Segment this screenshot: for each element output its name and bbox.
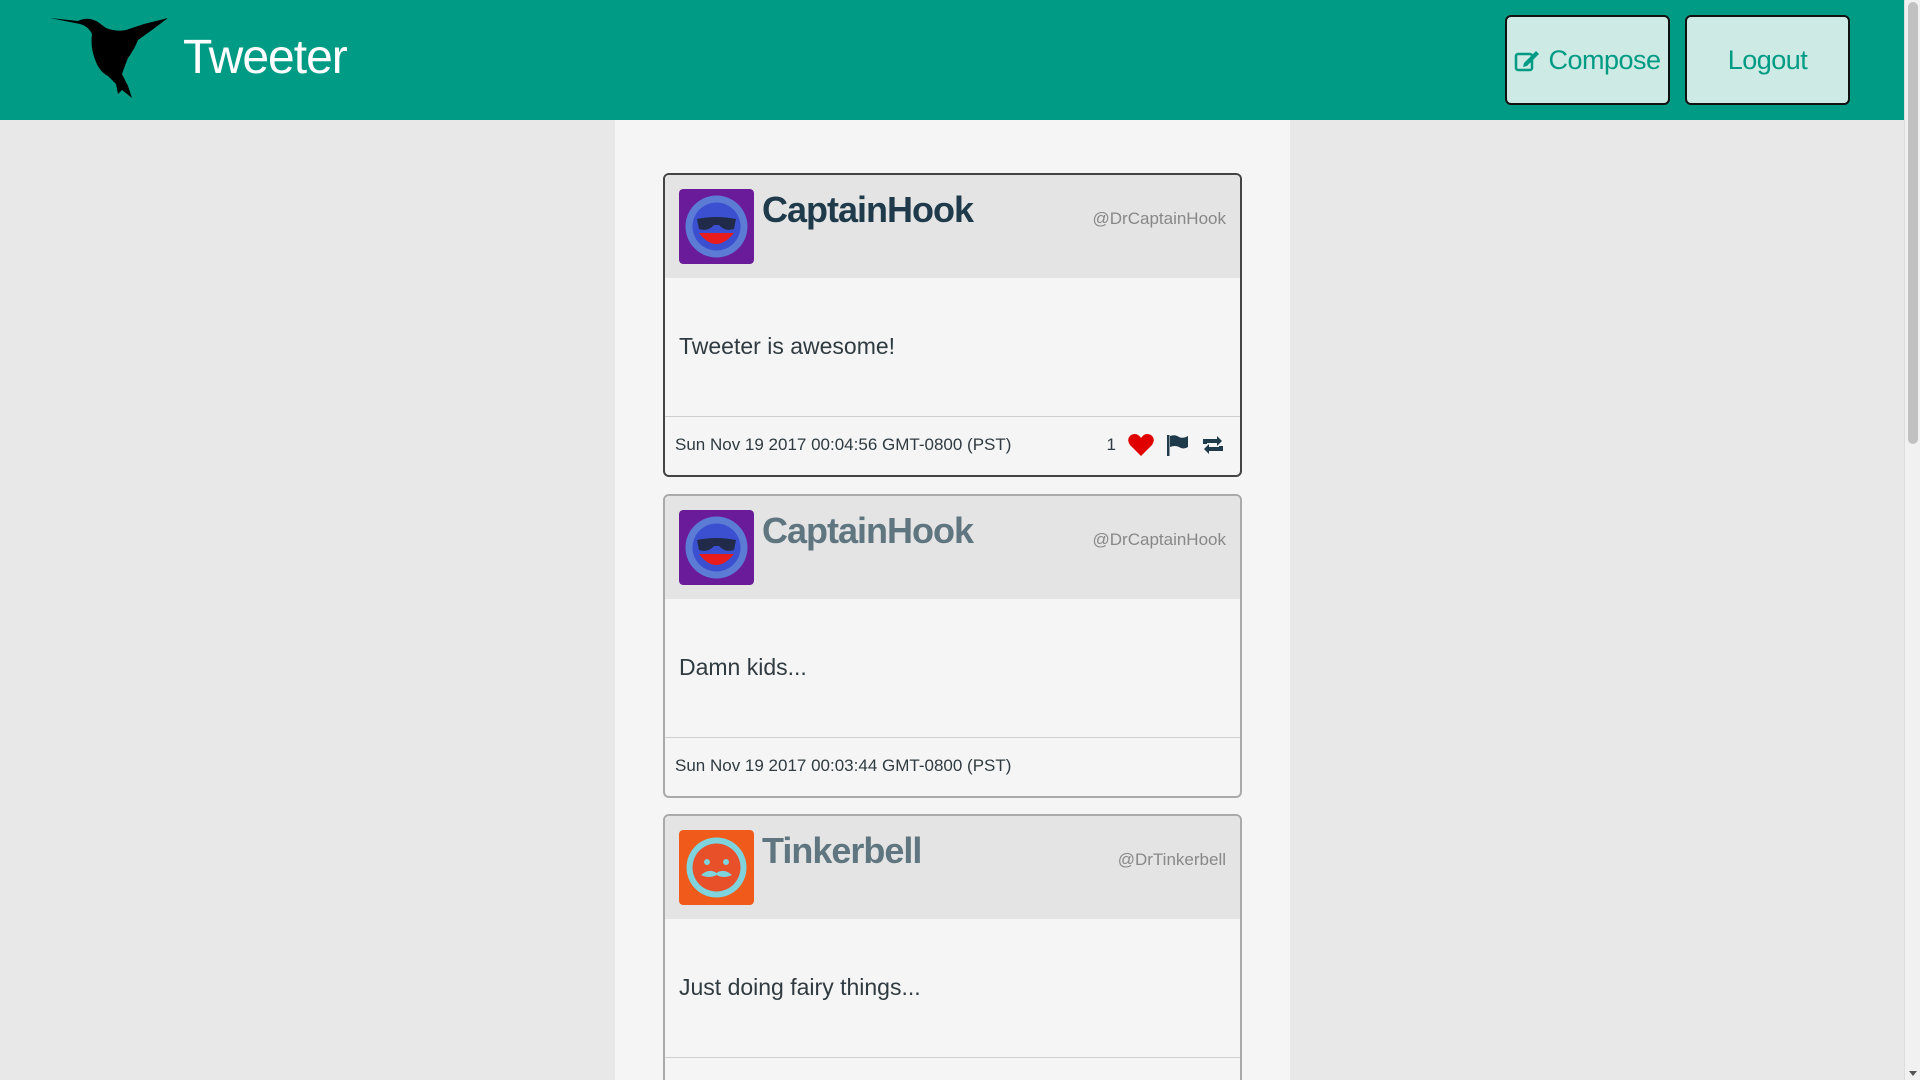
- tweet-author-handle: @DrTinkerbell: [1117, 850, 1226, 869]
- compose-button[interactable]: Compose: [1505, 15, 1670, 105]
- logout-label: Logout: [1727, 44, 1808, 75]
- edit-icon: [1515, 51, 1540, 72]
- tweet-date: Sun Nov 19 2017 00:03:44 GMT-0800 (PST): [675, 756, 1012, 775]
- heart-icon[interactable]: [1128, 432, 1154, 458]
- tweet-card: Tinkerbell @DrTinkerbell Just doing fair…: [663, 814, 1242, 1080]
- tweet-card: CaptainHook @DrCaptainHook Tweeter is aw…: [663, 173, 1242, 477]
- tweet-footer: Sun Nov 19 2017 00:03:44 GMT-0800 (PST): [665, 737, 1240, 796]
- tweet-text: Damn kids...: [679, 654, 807, 680]
- tweet-author-name: CaptainHook: [762, 510, 974, 551]
- app-title: Tweeter: [183, 31, 348, 84]
- avatar: [679, 830, 754, 905]
- tweet-footer: Sun Nov 19 2017 00:04:56 GMT-0800 (PST) …: [665, 416, 1240, 475]
- tweet-date: Sun Nov 19 2017 00:04:56 GMT-0800 (PST): [675, 435, 1012, 454]
- flag-icon[interactable]: [1164, 432, 1190, 458]
- tweet-text: Just doing fairy things...: [679, 974, 921, 1000]
- retweet-icon[interactable]: [1200, 432, 1226, 458]
- tweet-text: Tweeter is awesome!: [679, 333, 896, 359]
- tweet-footer: [665, 1057, 1240, 1080]
- navbar: Tweeter Compose Logout: [0, 0, 1904, 120]
- tweet-header: CaptainHook @DrCaptainHook: [665, 496, 1240, 599]
- tweet-card: CaptainHook @DrCaptainHook Damn kids... …: [663, 494, 1242, 798]
- tweet-author-name: Tinkerbell: [762, 830, 922, 871]
- hummingbird-logo-icon: [50, 18, 168, 98]
- avatar: [679, 189, 754, 264]
- tweet-header: Tinkerbell @DrTinkerbell: [665, 816, 1240, 919]
- tweet-author-handle: @DrCaptainHook: [1092, 530, 1226, 549]
- tweet-author-name: CaptainHook: [762, 189, 974, 230]
- scrollbar-thumb[interactable]: [1908, 2, 1918, 444]
- page-scrollbar[interactable]: [1904, 0, 1920, 1080]
- compose-label: Compose: [1548, 44, 1661, 75]
- avatar: [679, 510, 754, 585]
- tweet-feed: CaptainHook @DrCaptainHook Tweeter is aw…: [615, 120, 1290, 1080]
- scroll-down-arrow-icon[interactable]: [1909, 1071, 1917, 1076]
- like-count: 1: [1106, 435, 1116, 454]
- logout-button[interactable]: Logout: [1685, 15, 1850, 105]
- tweet-actions: 1: [1107, 432, 1226, 458]
- tweet-header: CaptainHook @DrCaptainHook: [665, 175, 1240, 278]
- tweet-author-handle: @DrCaptainHook: [1092, 209, 1226, 228]
